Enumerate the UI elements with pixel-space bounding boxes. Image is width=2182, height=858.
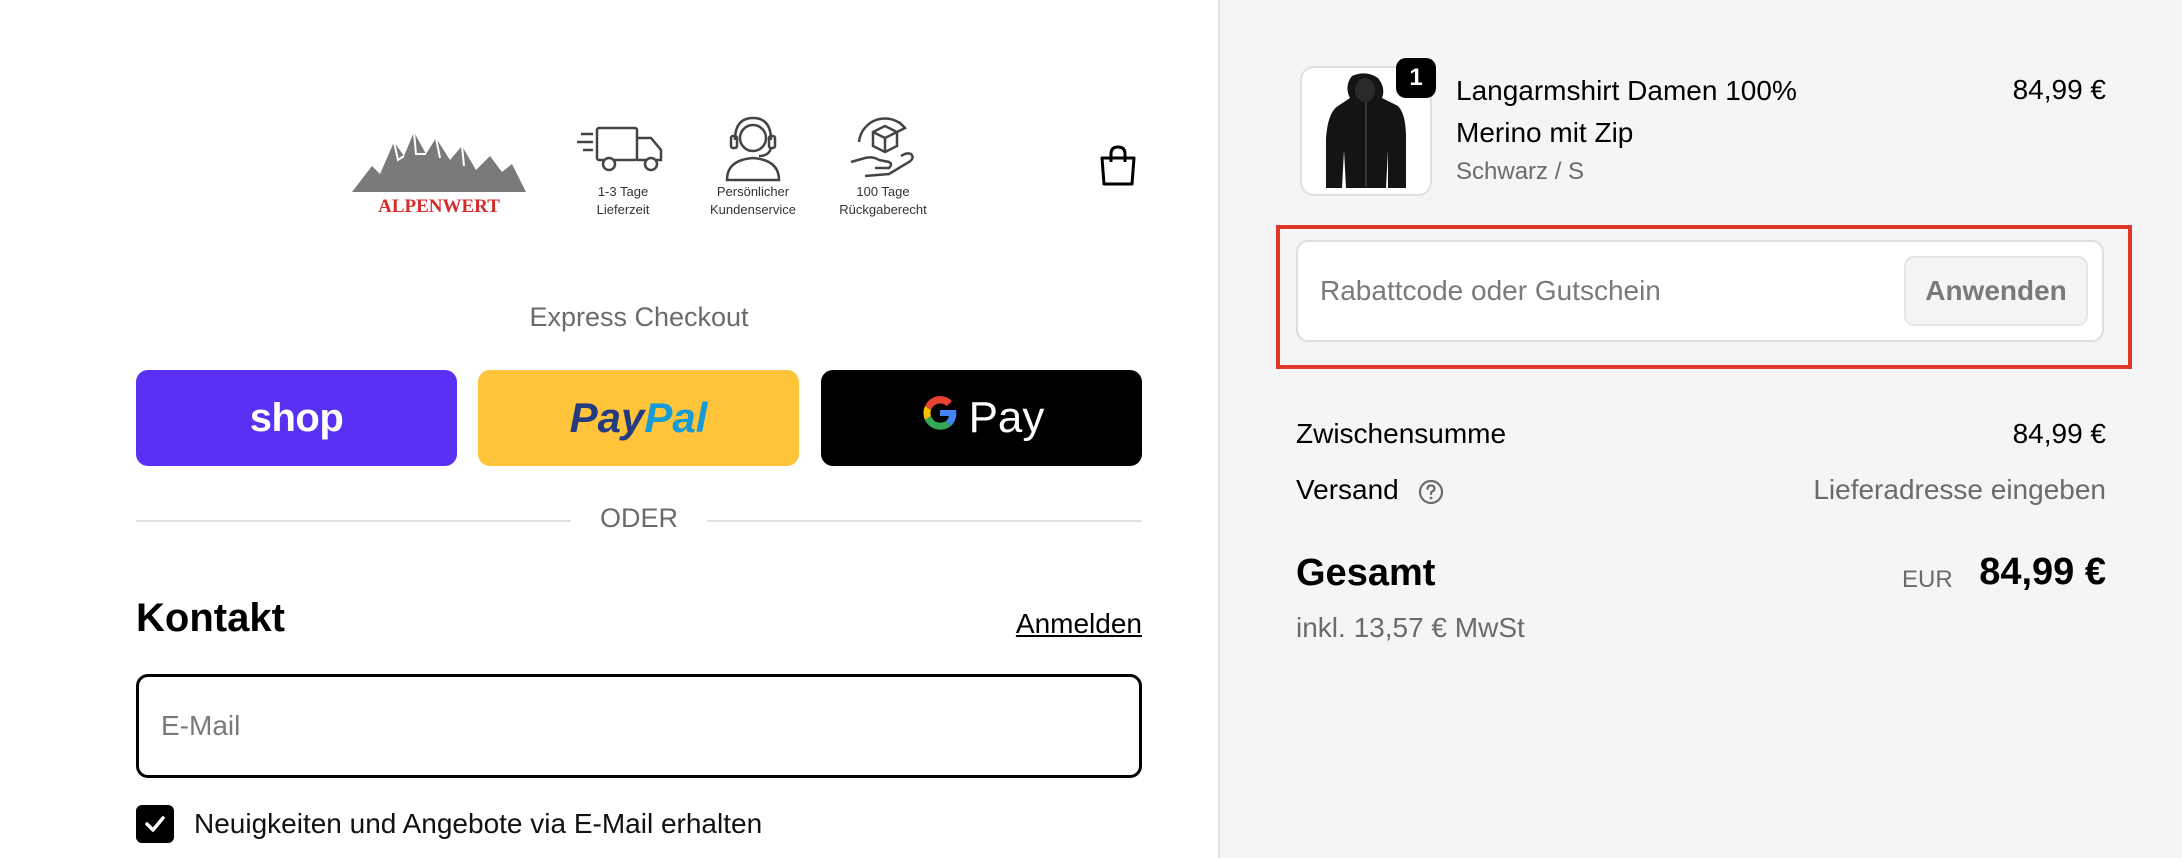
shipping-row: Versand <box>1296 474 1445 506</box>
shop-pay-label: shop <box>249 395 344 440</box>
discount-code-field: Anwenden <box>1296 240 2104 342</box>
feature-delivery-line1: 1-3 Tage <box>597 184 649 199</box>
express-checkout-title: Express Checkout <box>529 302 749 332</box>
shipping-value: Lieferadresse eingeben <box>1813 474 2106 505</box>
feature-support-line1: Persönlicher <box>716 184 790 199</box>
newsletter-checkbox[interactable] <box>136 805 174 843</box>
brand-header: ALPENWERT 1-3 Tage Lieferzeit Persönlich… <box>350 112 940 242</box>
google-pay-button[interactable]: Pay <box>821 370 1142 466</box>
google-pay-label: Pay <box>968 393 1045 442</box>
cart-button[interactable] <box>1096 144 1140 188</box>
total-value: 84,99 € <box>1979 551 2106 593</box>
feature-support: Persönlicher Kundenservice <box>698 112 808 218</box>
login-link[interactable]: Anmelden <box>1016 608 1142 640</box>
return-box-icon <box>850 117 914 178</box>
headset-support-icon <box>725 116 781 182</box>
mountain-logo-icon: ALPENWERT <box>352 131 526 217</box>
feature-returns-line1: 100 Tage <box>856 184 910 199</box>
checkmark-icon <box>145 816 165 832</box>
product-price: 84,99 € <box>2012 74 2106 105</box>
subtotal-label: Zwischensumme <box>1296 418 1507 449</box>
delivery-truck-icon <box>577 126 663 172</box>
newsletter-option: Neuigkeiten und Angebote via E-Mail erha… <box>136 804 762 844</box>
feature-returns: 100 Tage Rückgaberecht <box>828 112 938 218</box>
feature-delivery-line2: Lieferzeit <box>596 202 650 217</box>
checkout-page: ALPENWERT 1-3 Tage Lieferzeit Persönlich… <box>0 0 2182 858</box>
total-label: Gesamt <box>1296 552 1436 594</box>
product-name: Langarmshirt Damen 100% Merino mit Zip <box>1456 75 1797 148</box>
email-field[interactable] <box>136 674 1142 778</box>
discount-code-input[interactable] <box>1298 242 1888 340</box>
help-icon[interactable] <box>1417 478 1445 506</box>
shipping-label: Versand <box>1296 474 1399 505</box>
or-divider-label: ODER <box>571 503 707 534</box>
feature-delivery: 1-3 Tage Lieferzeit <box>568 112 678 218</box>
quantity-badge: 1 <box>1396 58 1436 98</box>
shop-pay-button[interactable]: shop <box>136 370 457 466</box>
product-variant: Schwarz / S <box>1456 158 1585 185</box>
feature-returns-line2: Rückgaberecht <box>839 202 927 217</box>
tax-note: inkl. 13,57 € MwSt <box>1296 612 1525 643</box>
checkout-main: ALPENWERT 1-3 Tage Lieferzeit Persönlich… <box>0 0 1218 858</box>
total-currency: EUR <box>1902 566 1953 593</box>
express-checkout-buttons: shop Pay Pal Pay <box>136 370 1142 466</box>
feature-support-line2: Kundenservice <box>710 202 796 217</box>
paypal-button[interactable]: Pay Pal <box>478 370 799 466</box>
google-g-icon <box>919 391 961 445</box>
contact-heading: Kontakt <box>136 596 285 640</box>
svg-text:ALPENWERT: ALPENWERT <box>378 196 500 217</box>
apply-discount-button[interactable]: Anwenden <box>1904 256 2088 326</box>
subtotal-value: 84,99 € <box>2012 418 2106 449</box>
paypal-label-part2: Pal <box>644 394 708 441</box>
alpenwert-logo[interactable]: ALPENWERT <box>350 120 528 224</box>
newsletter-label: Neuigkeiten und Angebote via E-Mail erha… <box>194 808 763 839</box>
shopping-bag-icon <box>1100 145 1136 186</box>
paypal-label-part1: Pay <box>569 394 645 441</box>
